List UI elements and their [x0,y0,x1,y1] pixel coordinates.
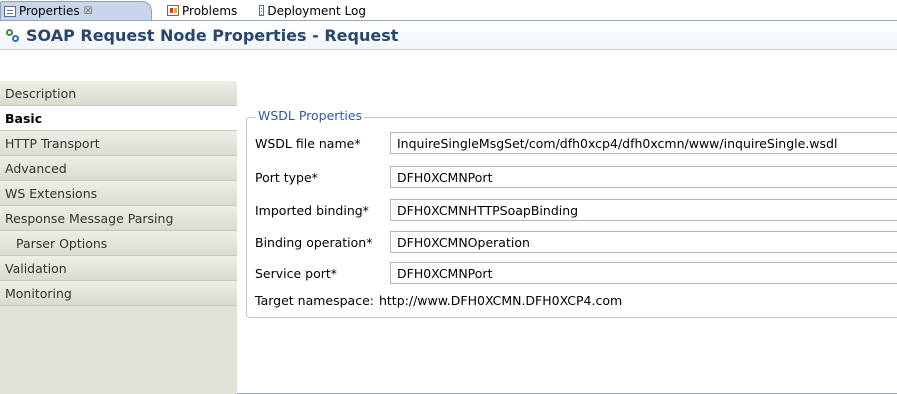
sidebar-item-validation[interactable]: Validation [0,256,237,281]
sidebar-item-response-message-parsing[interactable]: Response Message Parsing [0,206,237,231]
tab-deployment-log-label: Deployment Log [267,3,366,18]
wsdl-file-name-label: WSDL file name* [255,135,361,151]
page-title: SOAP Request Node Properties - Request [26,25,399,45]
target-namespace-row: Target namespace: http://www.DFH0XCMN.DF… [255,288,622,312]
sidebar-item-basic[interactable]: Basic [0,106,237,131]
properties-header: SOAP Request Node Properties - Request [0,21,897,50]
wsdl-file-name-row: WSDL file name* [255,131,361,155]
sidebar-item-ws-extensions[interactable]: WS Extensions [0,181,237,206]
imported-binding-field[interactable]: DFH0XCMNHTTPSoapBinding [390,199,897,221]
binding-operation-row: Binding operation* [255,230,372,254]
sidebar-item-label: Parser Options [16,235,108,251]
sidebar-item-label: Description [5,85,77,101]
sidebar-item-label: WS Extensions [5,185,98,201]
tab-deployment-log[interactable]: Deployment Log [256,1,366,20]
tab-problems-label: Problems [182,3,238,18]
problems-icon [167,5,179,16]
binding-operation-field[interactable]: DFH0XCMNOperation [390,231,897,253]
target-namespace-label: Target namespace: [255,292,374,308]
sidebar-item-label: Monitoring [5,285,72,301]
sidebar-item-monitoring[interactable]: Monitoring [0,281,237,306]
view-tab-bar: Properties ☒ Problems Deployment Log [0,0,897,21]
sidebar-item-description[interactable]: Description [0,81,237,106]
tab-properties[interactable]: Properties ☒ [0,1,152,20]
sidebar-item-label: HTTP Transport [5,135,100,151]
sidebar-item-label: Response Message Parsing [5,210,174,226]
port-type-label: Port type* [255,169,318,185]
sidebar-item-advanced[interactable]: Advanced [0,156,237,181]
sidebar-item-label: Advanced [5,160,67,176]
sidebar-item-parser-options[interactable]: Parser Options [0,231,237,256]
tab-problems[interactable]: Problems [164,1,254,20]
sidebar-item-http-transport[interactable]: HTTP Transport [0,131,237,156]
port-type-row: Port type* [255,165,318,189]
deployment-log-icon [259,5,265,16]
property-sidebar: Description Basic HTTP Transport Advance… [0,81,237,394]
service-port-row: Service port* [255,261,337,285]
soap-node-icon [5,28,20,43]
properties-icon [4,5,16,17]
sidebar-item-label: Validation [5,260,67,276]
imported-binding-label: Imported binding* [255,202,369,218]
service-port-field[interactable]: DFH0XCMNPort [390,262,897,284]
sidebar-item-label: Basic [5,110,43,126]
service-port-label: Service port* [255,265,338,281]
tab-properties-label: Properties [19,4,80,18]
port-type-field[interactable]: DFH0XCMNPort [390,166,897,188]
wsdl-file-name-field[interactable]: InquireSingleMsgSet/com/dfh0xcp4/dfh0xcm… [390,132,897,154]
wsdl-properties-legend: WSDL Properties [256,108,365,123]
binding-operation-label: Binding operation* [255,234,373,250]
target-namespace-value: http://www.DFH0XCMN.DFH0XCP4.com [378,292,623,308]
close-icon[interactable]: ☒ [84,6,93,17]
imported-binding-row: Imported binding* [255,198,369,222]
